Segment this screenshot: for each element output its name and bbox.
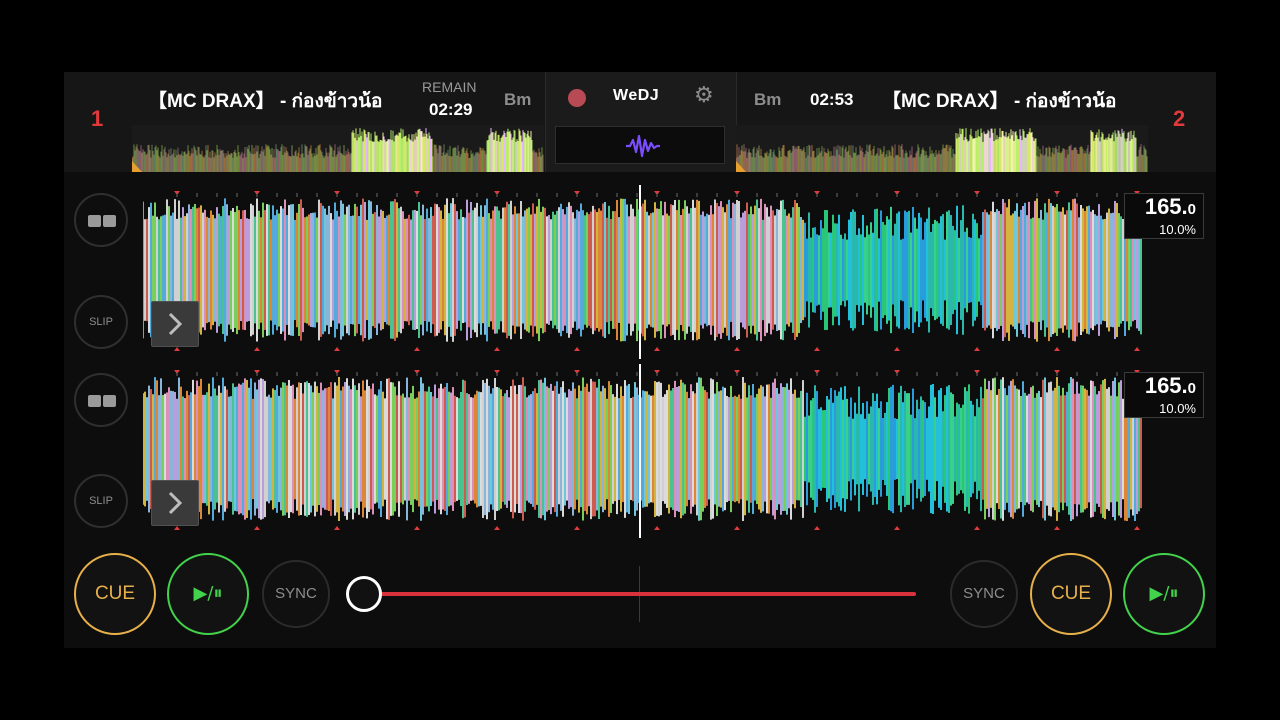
gear-icon[interactable]: ⚙: [694, 83, 714, 108]
deck-2-key: Bm: [754, 90, 782, 109]
deck-1-bpm-decimal: 0: [1187, 201, 1196, 218]
deck-2-time: 02:53: [810, 90, 854, 109]
deck-1-play-pause-button[interactable]: ▶/⏸: [167, 553, 249, 635]
app-logo: WeDJ: [613, 87, 660, 104]
dj-app: 1 【MC DRAX】 - ก่องข้าวน้อ REMAIN 02:29 B…: [64, 72, 1216, 648]
deck-1-sync-button[interactable]: SYNC: [262, 560, 330, 628]
remain-label: REMAIN: [422, 79, 477, 95]
deck-2-waveform[interactable]: [143, 364, 1143, 534]
deck-2-track-title[interactable]: 【MC DRAX】 - ก่องข้าวน้อ: [882, 86, 1144, 116]
deck-1-waveform[interactable]: [143, 185, 1143, 355]
deck-1-playhead: [639, 185, 641, 359]
deck-1-pad-mode-button[interactable]: [74, 193, 128, 247]
deck-2-playhead: [639, 364, 641, 538]
chevron-right-icon: [168, 312, 183, 336]
slip-label: SLIP: [89, 495, 113, 507]
waveform-toggle-button[interactable]: [555, 126, 725, 164]
deck-2-bpm-decimal: 0: [1187, 380, 1196, 397]
header: 1 【MC DRAX】 - ก่องข้าวน้อ REMAIN 02:29 B…: [64, 72, 1216, 172]
chevron-right-icon: [168, 491, 183, 515]
deck-1-key: Bm: [504, 90, 532, 109]
deck-1-overview-waveform[interactable]: [132, 125, 544, 172]
deck-1-bpm-display[interactable]: 165.0 10.0%: [1124, 193, 1204, 239]
deck-2-cue-button[interactable]: CUE: [1030, 553, 1112, 635]
deck-2-number: 2: [1173, 106, 1186, 131]
deck-2-overview-waveform[interactable]: [736, 125, 1148, 172]
deck-1-bpm: 165.: [1144, 194, 1188, 219]
deck-2-pitch: 10.0%: [1159, 401, 1196, 416]
deck-1-time: 02:29: [429, 100, 473, 119]
crossfader[interactable]: [346, 566, 918, 622]
deck-2-sync-button[interactable]: SYNC: [950, 560, 1018, 628]
deck-2-bpm-display[interactable]: 165.0 10.0%: [1124, 372, 1204, 418]
deck-2-slip-button[interactable]: SLIP: [74, 474, 128, 528]
deck-1-slip-button[interactable]: SLIP: [74, 295, 128, 349]
deck-1-track-title[interactable]: 【MC DRAX】 - ก่องข้าวน้อ: [148, 86, 408, 116]
center-panel: WeDJ ⚙: [545, 72, 737, 172]
deck-2-play-pause-button[interactable]: ▶/⏸: [1123, 553, 1205, 635]
pads-icon: [88, 395, 116, 407]
deck-1-cue-button[interactable]: CUE: [74, 553, 156, 635]
deck-2-expand-button[interactable]: [151, 480, 199, 526]
crossfader-knob[interactable]: [346, 576, 382, 612]
deck-2-pad-mode-button[interactable]: [74, 373, 128, 427]
crossfader-track: [364, 592, 916, 596]
record-icon[interactable]: [568, 89, 586, 107]
waveform-icon: [626, 134, 660, 158]
deck-2-bpm: 165.: [1144, 373, 1188, 398]
pads-icon: [88, 215, 116, 227]
deck-1-number: 1: [91, 106, 104, 131]
deck-1-expand-button[interactable]: [151, 301, 199, 347]
deck-1-pitch: 10.0%: [1159, 222, 1196, 237]
slip-label: SLIP: [89, 316, 113, 328]
